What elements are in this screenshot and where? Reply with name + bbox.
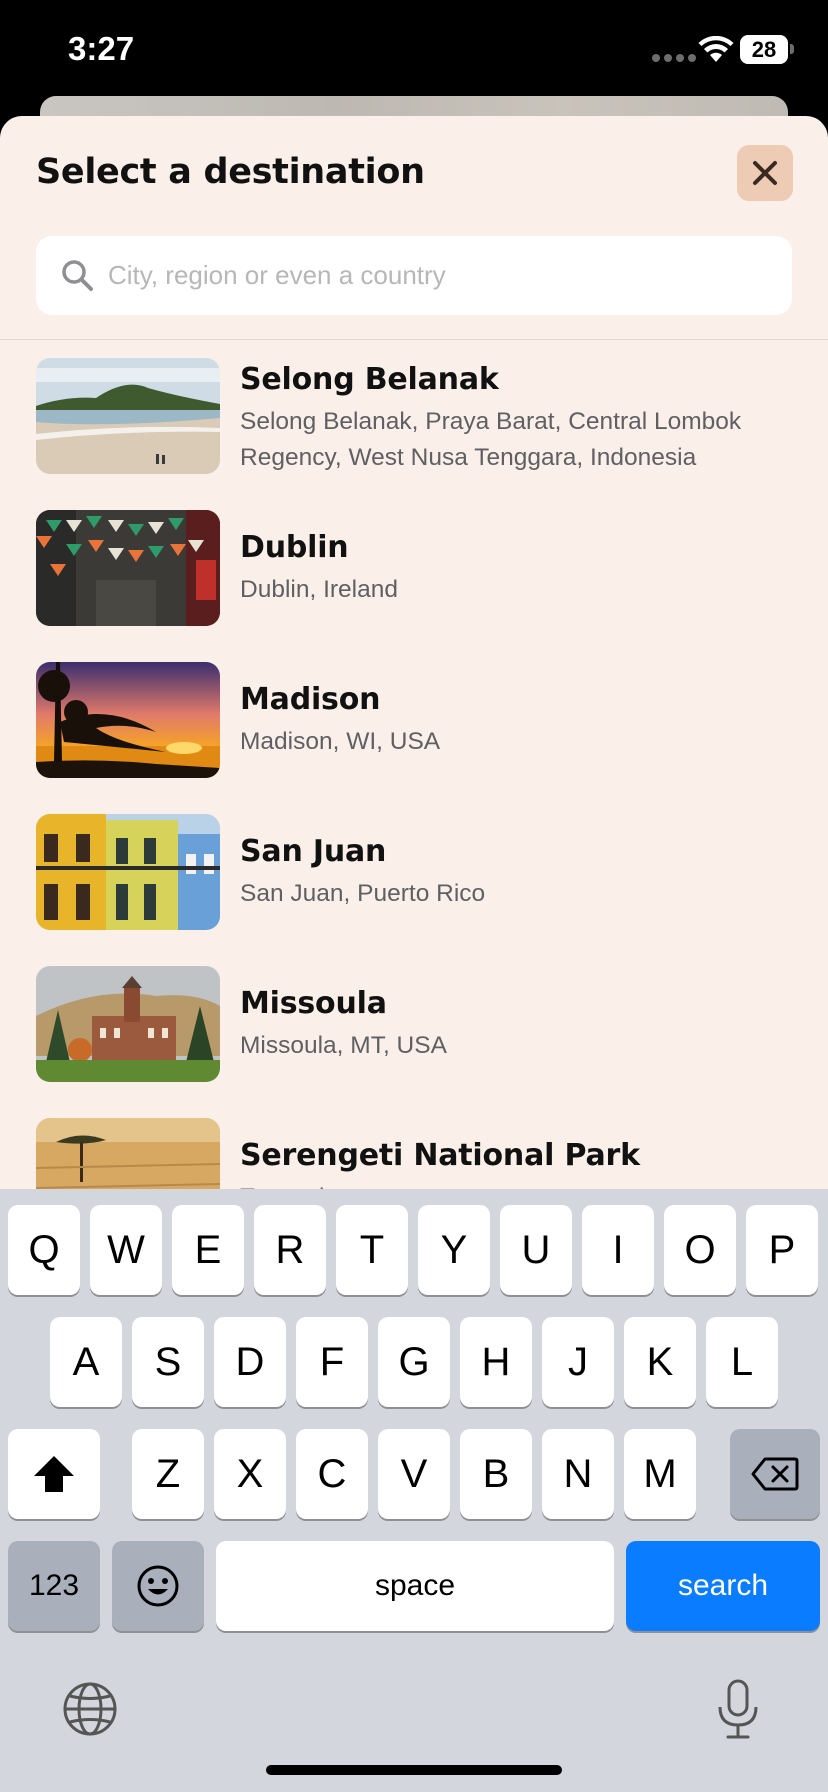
sheet-title: Select a destination [36, 152, 425, 192]
divider [0, 339, 828, 340]
destination-name: San Juan [240, 834, 387, 869]
thumbnail-campus-building [36, 966, 220, 1082]
thumbnail-street-flags [36, 510, 220, 626]
key-q[interactable]: Q [8, 1205, 80, 1295]
key-e[interactable]: E [172, 1205, 244, 1295]
destination-subtitle: San Juan, Puerto Rico [240, 880, 486, 907]
backspace-icon [751, 1457, 799, 1491]
key-y[interactable]: Y [418, 1205, 490, 1295]
key-u[interactable]: U [500, 1205, 572, 1295]
close-icon [753, 161, 777, 185]
battery-cap [790, 44, 794, 54]
space-key[interactable]: space [216, 1541, 614, 1631]
battery-icon: 28 [740, 35, 788, 64]
battery-level: 28 [751, 36, 777, 62]
destination-name: Selong Belanak [240, 362, 499, 397]
key-j[interactable]: J [542, 1317, 614, 1407]
key-k[interactable]: K [624, 1317, 696, 1407]
key-f[interactable]: F [296, 1317, 368, 1407]
wifi-icon [698, 36, 734, 62]
key-g[interactable]: G [378, 1317, 450, 1407]
key-s[interactable]: S [132, 1317, 204, 1407]
numbers-key[interactable]: 123 [8, 1541, 100, 1631]
key-n[interactable]: N [542, 1429, 614, 1519]
key-p[interactable]: P [746, 1205, 818, 1295]
backspace-key[interactable] [730, 1429, 820, 1519]
destination-subtitle: Missoula, MT, USA [240, 1032, 447, 1059]
destination-name: Missoula [240, 986, 387, 1021]
destination-subtitle: Madison, WI, USA [240, 728, 441, 755]
list-item-dublin[interactable]: Dublin Dublin, Ireland [36, 510, 796, 626]
key-w[interactable]: W [90, 1205, 162, 1295]
emoji-icon [137, 1565, 179, 1607]
key-m[interactable]: M [624, 1429, 696, 1519]
thumbnail-colorful-buildings [36, 814, 220, 930]
key-z[interactable]: Z [132, 1429, 204, 1519]
list-item-selong-belanak[interactable]: Selong Belanak Selong Belanak, Praya Bar… [36, 358, 796, 474]
destination-name: Dublin [240, 530, 349, 565]
search-icon [62, 259, 93, 291]
key-t[interactable]: T [336, 1205, 408, 1295]
thumbnail-beach [36, 358, 220, 474]
keyboard: Q W E R T Y U I O P A S D F G H J K L Z … [0, 1189, 828, 1792]
microphone-icon[interactable] [716, 1679, 760, 1741]
cellular-signal-icon [652, 54, 696, 62]
status-bar: 3:27 28 [0, 0, 828, 100]
search-field[interactable] [36, 236, 792, 315]
key-a[interactable]: A [50, 1317, 122, 1407]
list-item-missoula[interactable]: Missoula Missoula, MT, USA [36, 966, 796, 1082]
key-h[interactable]: H [460, 1317, 532, 1407]
close-button[interactable] [737, 145, 793, 201]
key-x[interactable]: X [214, 1429, 286, 1519]
home-indicator [266, 1765, 562, 1775]
destination-subtitle: Selong Belanak, Praya Barat, Central Lom… [240, 408, 742, 471]
key-v[interactable]: V [378, 1429, 450, 1519]
key-i[interactable]: I [582, 1205, 654, 1295]
thumbnail-sunset-lake [36, 662, 220, 778]
key-d[interactable]: D [214, 1317, 286, 1407]
list-item-san-juan[interactable]: San Juan San Juan, Puerto Rico [36, 814, 796, 930]
destination-name: Madison [240, 682, 381, 717]
globe-icon[interactable] [62, 1681, 118, 1737]
key-c[interactable]: C [296, 1429, 368, 1519]
emoji-key[interactable] [112, 1541, 204, 1631]
shift-key[interactable] [8, 1429, 100, 1519]
status-time: 3:27 [68, 30, 135, 67]
destination-subtitle: Dublin, Ireland [240, 576, 398, 603]
search-input[interactable] [108, 260, 792, 291]
key-r[interactable]: R [254, 1205, 326, 1295]
key-o[interactable]: O [664, 1205, 736, 1295]
key-b[interactable]: B [460, 1429, 532, 1519]
list-item-madison[interactable]: Madison Madison, WI, USA [36, 662, 796, 778]
shift-icon [34, 1456, 74, 1492]
key-l[interactable]: L [706, 1317, 778, 1407]
search-key[interactable]: search [626, 1541, 820, 1631]
destination-name: Serengeti National Park [240, 1138, 640, 1173]
